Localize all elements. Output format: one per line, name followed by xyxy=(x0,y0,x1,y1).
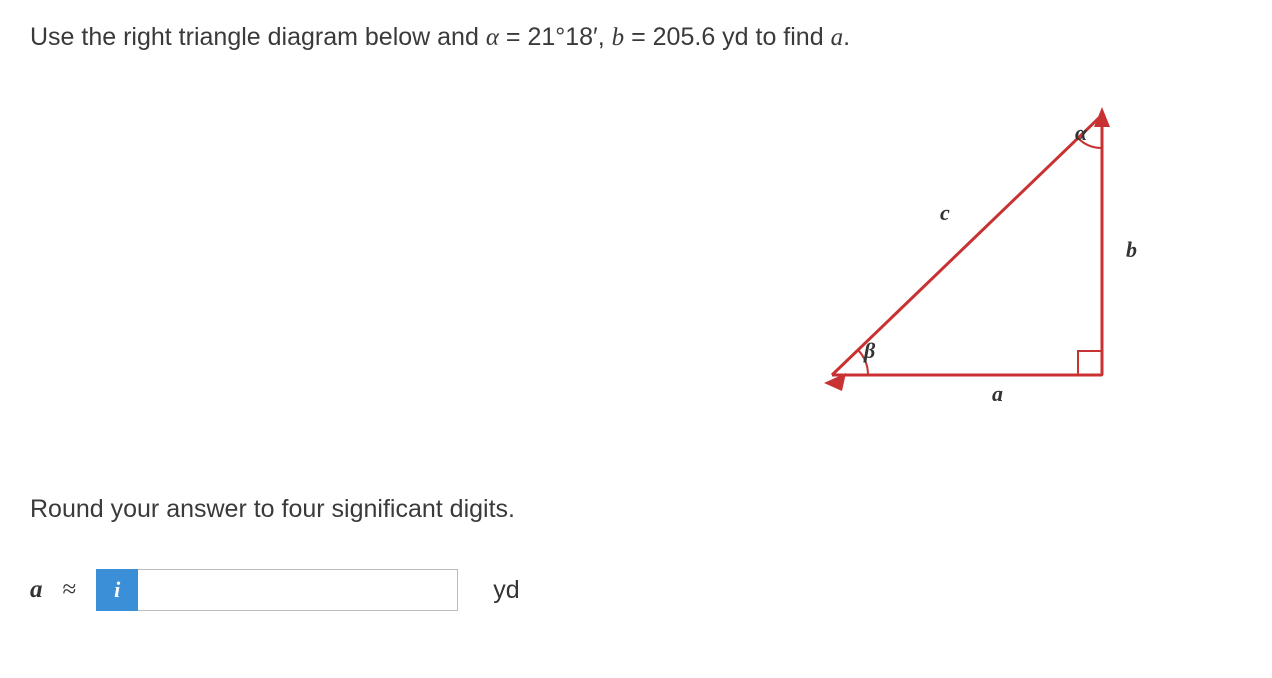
b-symbol: b xyxy=(612,24,625,51)
b-value: 205.6 xyxy=(653,23,716,51)
alpha-value: 21°18′ xyxy=(527,23,597,51)
instruction-text: Round your answer to four significant di… xyxy=(30,495,1242,524)
answer-input[interactable] xyxy=(138,569,458,611)
question-suffix: yd to find xyxy=(715,23,830,51)
approx-symbol: ≈ xyxy=(63,576,77,604)
unit-label: yd xyxy=(493,576,519,605)
label-alpha: α xyxy=(1075,120,1087,146)
comma: , xyxy=(598,23,612,51)
triangle-diagram: α β c b a xyxy=(802,85,1182,435)
eq1: = xyxy=(499,23,528,51)
a-symbol: a xyxy=(831,24,844,51)
question-text: Use the right triangle diagram below and… xyxy=(30,20,1242,55)
info-icon[interactable]: i xyxy=(96,569,138,611)
label-a: a xyxy=(992,381,1003,407)
answer-input-group: i xyxy=(96,569,458,611)
eq2: = xyxy=(624,23,653,51)
answer-variable: a xyxy=(30,576,43,604)
period: . xyxy=(843,23,850,51)
alpha-symbol: α xyxy=(486,24,499,51)
label-b: b xyxy=(1126,237,1137,263)
question-prefix: Use the right triangle diagram below and xyxy=(30,23,486,51)
label-c: c xyxy=(940,200,950,226)
answer-row: a ≈ i yd xyxy=(30,569,1242,611)
label-beta: β xyxy=(864,338,875,364)
